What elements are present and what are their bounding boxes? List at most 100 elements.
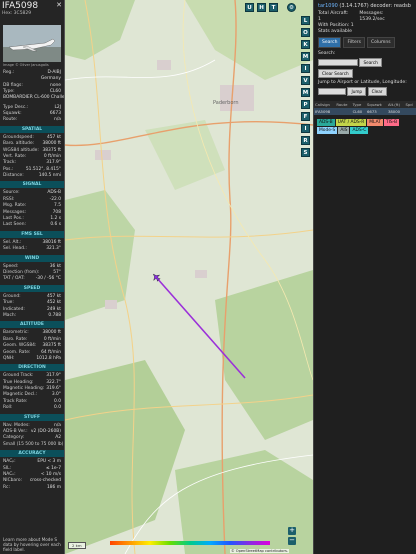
info-row: BOMBARDIER CL-600 Challenger (0, 94, 65, 105)
info-key: Reg.: (3, 70, 15, 75)
info-row: Route: n/a (0, 117, 64, 123)
info-key: Small (15 500 to 75 000 lb) (3, 441, 64, 447)
toolbar-button-f[interactable]: F (301, 112, 310, 121)
zoom-out-button[interactable]: − (288, 537, 296, 545)
toolbar-button-r[interactable]: R (301, 136, 310, 145)
basic-info: Reg.: D-AIBJ Germany DB flags: none Type: CL60… (0, 70, 64, 124)
section-header-spatial[interactable]: SPATIAL (0, 125, 64, 133)
info-key: Distance: (3, 173, 24, 179)
table-cell: CL60 (351, 108, 366, 115)
altitude-colorbar (110, 541, 270, 545)
jump-button[interactable]: Jump (347, 87, 367, 96)
info-value: 186 m (46, 484, 61, 490)
toolbar-button-i[interactable]: I (301, 124, 310, 133)
toolbar-button-p[interactable]: P (301, 100, 310, 109)
close-icon[interactable]: ✕ (56, 1, 62, 9)
info-row: Mach: 0.788 (0, 313, 64, 319)
table-cell: IFA5098 (314, 108, 336, 115)
map-toolbar: LOKMIVMPFIRS (301, 16, 311, 160)
aircraft-photo[interactable] (3, 25, 61, 62)
clear-search-button[interactable]: Clear Search (318, 69, 353, 78)
legend-chip: ADS-B (317, 119, 335, 126)
info-key: Last Seen: (3, 222, 26, 228)
info-row: Roll: 0.0 (0, 405, 64, 411)
table-cell (335, 108, 352, 115)
toolbar-button-m[interactable]: M (301, 88, 310, 97)
svg-text:Paderborn: Paderborn (213, 100, 239, 106)
legend-chip: UAT / ADS-R (335, 119, 367, 126)
legend-chip: MLAT (367, 119, 383, 126)
table-cell: 38000 (386, 108, 405, 115)
info-value: 1012.8 hPa (36, 355, 61, 361)
info-key: Roll: (3, 405, 13, 411)
info-key: Route: (3, 117, 18, 123)
toolbar-button-i[interactable]: I (301, 64, 310, 73)
aircraft-infobar: IFA5098 Hex: 3C5829 ✕ Image © Oliver Jan… (0, 0, 65, 554)
jump-input[interactable] (318, 88, 346, 95)
photo-credit: Image © Oliver Janusgalis (3, 63, 49, 67)
version-link[interactable]: tar1090 (318, 3, 338, 9)
info-value: 321.3° (46, 246, 61, 252)
toolbar-button-t[interactable]: T (269, 3, 278, 12)
tab-filters[interactable]: Filters (343, 37, 365, 48)
toolbar-button-u[interactable]: U (245, 3, 254, 12)
tab-columns[interactable]: Columns (366, 37, 395, 48)
section-header-speed[interactable]: SPEED (0, 284, 64, 292)
section-header-fms-sel[interactable]: FMS SEL (0, 230, 64, 238)
section-header-wind[interactable]: WIND (0, 254, 64, 262)
table-row[interactable]: IFA5098 CL60 6673 38000 (314, 108, 416, 115)
total-aircraft: Total Aircraft: 1 (318, 11, 349, 22)
section-header-direction[interactable]: DIRECTION (0, 364, 64, 372)
column-header[interactable]: Route (335, 101, 352, 108)
info-row: Rc: 186 m (0, 485, 64, 491)
toolbar-button-v[interactable]: V (301, 76, 310, 85)
toolbar-button-h[interactable]: H (257, 3, 266, 12)
column-header[interactable]: Alt.(ft) (386, 101, 405, 108)
section-header-accuracy[interactable]: ACCURACY (0, 450, 64, 458)
info-key: TAT / OAT: (3, 276, 25, 282)
legend-chip: Mode-S (317, 127, 338, 134)
map-canvas[interactable]: Paderborn (65, 0, 313, 554)
search-input[interactable] (318, 59, 358, 66)
info-key: Rc: (3, 484, 10, 490)
map-scale: 2 km (68, 542, 86, 549)
search-button[interactable]: Search (359, 58, 382, 67)
column-header[interactable]: Callsign (314, 101, 336, 108)
infobar-header: IFA5098 Hex: 3C5829 ✕ (0, 0, 64, 24)
map-attribution[interactable]: © OpenStreetMap contributors. (230, 549, 289, 553)
clear-button[interactable]: Clear (367, 87, 387, 96)
zoom-in-button[interactable]: + (288, 527, 296, 535)
toolbar-button-o[interactable]: O (301, 28, 310, 37)
info-key: QNH: (3, 355, 15, 361)
version: (3.14.1767) (339, 3, 369, 9)
column-header[interactable]: Squawk (366, 101, 387, 108)
info-value: BOMBARDIER CL-600 Challenger (3, 94, 65, 100)
info-row: QNH: 1012.8 hPa (0, 356, 64, 362)
info-value: n/a (54, 117, 61, 123)
right-panel: tar1090 (3.14.1767) decoder: readsb Tota… (313, 0, 416, 554)
tab-search[interactable]: Search (318, 37, 342, 48)
toolbar-button-k[interactable]: K (301, 40, 310, 49)
decoder: decoder: readsb (370, 3, 411, 9)
toolbar-button-s[interactable]: S (301, 148, 310, 157)
info-row: Last Seen: 0.6 s (0, 222, 64, 228)
hex-code: Hex: 3C5829 (2, 11, 32, 16)
section-header-stuff[interactable]: STUFF (0, 413, 64, 421)
info-value: 0.788 (48, 312, 61, 318)
info-row: TAT / OAT: -30 / -56 °C (0, 276, 64, 282)
section-header-altitude[interactable]: ALTITUDE (0, 321, 64, 329)
info-sections: SPATIAL Groundspeed: 457 kt Baro. altitude:… (0, 125, 64, 491)
column-header[interactable]: Type (351, 101, 366, 108)
section-header-signal[interactable]: SIGNAL (0, 181, 64, 189)
legend-chip: AIS (338, 127, 350, 134)
column-header[interactable]: Spd (404, 101, 416, 108)
toolbar-button-l[interactable]: L (301, 16, 310, 25)
info-key: Mach: (3, 312, 17, 318)
panel-tabs: Search Filters Columns (314, 35, 416, 50)
source-legend: ADS-B UAT / ADS-R MLAT TIS-B Mode-S AIS ADS-C (314, 115, 416, 138)
table-cell (404, 108, 416, 115)
info-value: -30 / -56 °C (35, 276, 61, 282)
toolbar-button-m[interactable]: M (301, 52, 310, 61)
flight-callsign: IFA5098 (2, 1, 39, 11)
settings-gear-icon[interactable]: ⚙ (287, 3, 296, 12)
